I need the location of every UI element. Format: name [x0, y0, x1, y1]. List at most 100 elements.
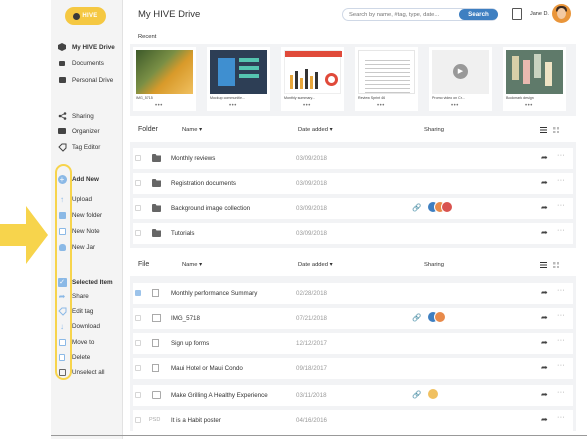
recent-card[interactable]: Mockup communitie... •••: [207, 47, 270, 111]
file-row[interactable]: Maui Hotel or Maui Condo 09/18/2017 ➦ ··…: [133, 358, 573, 379]
more-icon[interactable]: ···: [557, 202, 565, 209]
share-icon[interactable]: ➦: [541, 178, 548, 187]
share-icon[interactable]: ➦: [541, 203, 548, 212]
recent-card[interactable]: Review Sprint 46 •••: [355, 47, 418, 111]
link-icon: 🔗: [412, 203, 422, 212]
recent-card[interactable]: Bookmark design •••: [503, 47, 566, 111]
sort-date[interactable]: Date added ▾: [298, 262, 333, 268]
share-icon[interactable]: ➦: [541, 313, 548, 322]
list-view-icon[interactable]: [540, 262, 547, 268]
search-box: Search: [342, 8, 498, 21]
more-icon[interactable]: •••: [525, 103, 533, 109]
image-icon: [152, 314, 161, 322]
row-checkbox[interactable]: [135, 365, 141, 371]
summary-chart-thumbnail: [284, 50, 342, 94]
sidebar-item-sharing[interactable]: Sharing: [51, 110, 123, 122]
more-icon[interactable]: ···: [557, 389, 565, 396]
folder-row[interactable]: Registration documents 03/09/2018 ➦ ···: [133, 173, 573, 194]
more-icon[interactable]: ···: [557, 152, 565, 159]
file-row[interactable]: PSD It is a Habit poster 04/16/2016 ➦ ··…: [133, 410, 573, 431]
document-thumbnail: [358, 50, 415, 94]
mockup-thumbnail: [210, 50, 267, 94]
more-icon[interactable]: •••: [377, 103, 385, 109]
sidebar-item-organizer[interactable]: Organizer: [51, 125, 123, 137]
hive-logo[interactable]: HIVE: [65, 7, 106, 25]
row-checkbox[interactable]: [135, 340, 141, 346]
honey-photo-thumbnail: [136, 50, 193, 94]
bottom-divider: [51, 435, 587, 436]
link-icon: 🔗: [412, 313, 422, 322]
share-icon[interactable]: ➦: [541, 415, 548, 424]
share-icon[interactable]: ➦: [541, 288, 548, 297]
recent-card[interactable]: ▶ Promo video on Cr... •••: [429, 47, 492, 111]
recent-card[interactable]: IMG_5715 •••: [133, 47, 196, 111]
row-checkbox[interactable]: [135, 315, 141, 321]
more-icon[interactable]: ···: [557, 414, 565, 421]
share-icon[interactable]: ➦: [541, 390, 548, 399]
more-icon[interactable]: ···: [557, 287, 565, 294]
more-icon[interactable]: •••: [229, 103, 237, 109]
organizer-icon: [58, 128, 66, 134]
row-checkbox[interactable]: [135, 155, 141, 161]
share-icon[interactable]: ➦: [541, 338, 548, 347]
grid-view-icon[interactable]: [553, 262, 559, 268]
more-icon[interactable]: ···: [557, 362, 565, 369]
sort-date[interactable]: Date added ▾: [298, 127, 333, 133]
page-title: My HIVE Drive: [138, 9, 201, 20]
share-icon[interactable]: ➦: [541, 153, 548, 162]
share-icon[interactable]: ➦: [541, 363, 548, 372]
file-row[interactable]: IMG_5718 07/21/2018 🔗 ➦ ···: [133, 308, 573, 329]
sharing-icon: [58, 112, 66, 120]
bookmark-design-thumbnail: [506, 50, 563, 94]
file-header: File Name ▾ Date added ▾ Sharing: [130, 259, 576, 273]
more-icon[interactable]: ···: [557, 312, 565, 319]
sidebar-item-personal-drive[interactable]: Personal Drive: [51, 74, 123, 86]
link-icon: 🔗: [412, 390, 422, 399]
document-icon: [152, 364, 159, 372]
recent-card[interactable]: Monthly summary... •••: [281, 47, 344, 111]
folder-row[interactable]: Tutorials 03/09/2018 ➦ ···: [133, 223, 573, 244]
personal-drive-icon: [58, 77, 66, 83]
hexagon-icon: [58, 43, 66, 51]
sidebar-item-documents[interactable]: Documents: [51, 57, 123, 69]
search-input[interactable]: [349, 10, 449, 20]
more-icon[interactable]: •••: [451, 103, 459, 109]
more-icon[interactable]: ···: [557, 177, 565, 184]
row-checkbox[interactable]: [135, 417, 141, 423]
more-icon[interactable]: ···: [557, 337, 565, 344]
sidebar-item-my-hive-drive[interactable]: My HIVE Drive: [51, 41, 123, 53]
tag-icon: [57, 143, 66, 152]
recent-label: Recent: [138, 34, 157, 40]
list-view-icon[interactable]: [540, 127, 547, 133]
more-icon[interactable]: •••: [303, 103, 311, 109]
sidebar-item-tag-editor[interactable]: Tag Editor: [51, 141, 123, 153]
row-checkbox[interactable]: [135, 230, 141, 236]
folder-row[interactable]: Background image collection 03/09/2018 🔗…: [133, 198, 573, 219]
file-row[interactable]: Make Grilling A Healthy Experience 03/11…: [133, 385, 573, 406]
user-name[interactable]: Jane D.: [530, 11, 549, 17]
folder-icon: [152, 154, 161, 162]
file-row[interactable]: Monthly performance Summary 02/28/2018 ➦…: [133, 283, 573, 304]
folder-row[interactable]: Monthly reviews 03/09/2018 ➦ ···: [133, 148, 573, 169]
sort-name[interactable]: Name ▾: [182, 127, 202, 133]
share-icon[interactable]: ➦: [541, 228, 548, 237]
file-row[interactable]: Sign up forms 12/12/2017 ➦ ···: [133, 333, 573, 354]
upload-file-icon[interactable]: [512, 8, 522, 20]
video-thumbnail: ▶: [432, 50, 489, 94]
row-checkbox[interactable]: [135, 290, 141, 296]
grid-view-icon[interactable]: [553, 127, 559, 133]
row-checkbox[interactable]: [135, 205, 141, 211]
search-button[interactable]: Search: [459, 9, 498, 20]
avatar[interactable]: [552, 4, 571, 23]
more-icon[interactable]: ···: [557, 227, 565, 234]
highlight-oval: [55, 164, 72, 380]
document-icon: [152, 289, 159, 297]
shared-avatar: [441, 201, 453, 213]
row-checkbox[interactable]: [135, 392, 141, 398]
row-checkbox[interactable]: [135, 180, 141, 186]
recent-panel: IMG_5715 ••• Mockup communitie... ••• Mo…: [130, 44, 576, 116]
note-icon: [152, 391, 161, 399]
more-icon[interactable]: •••: [155, 103, 163, 109]
document-icon: [152, 339, 159, 347]
sort-name[interactable]: Name ▾: [182, 262, 202, 268]
